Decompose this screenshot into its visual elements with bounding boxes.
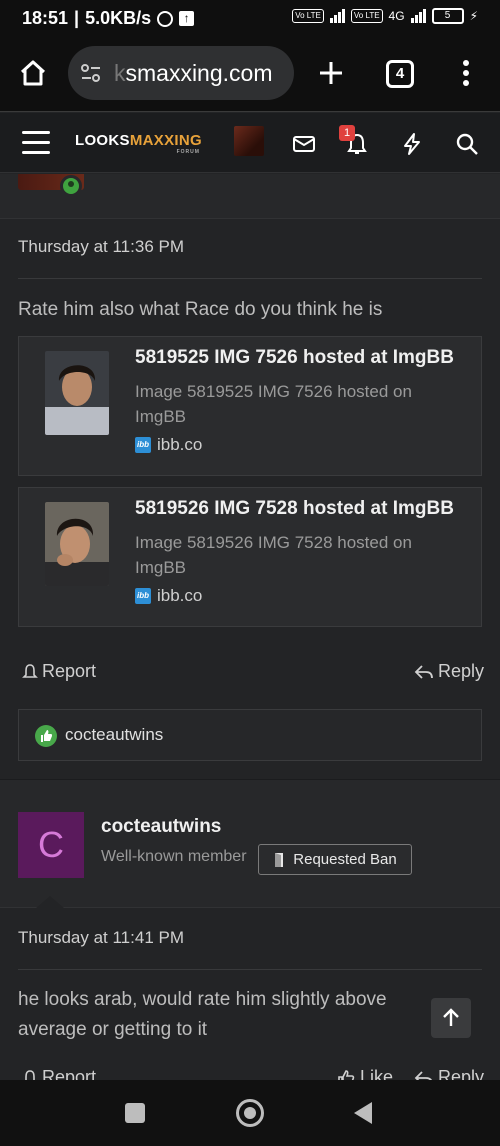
ibb-favicon-icon: ibb [135,588,151,604]
charging-icon: ⚡ [469,9,478,23]
network-type: 4G [388,9,405,23]
post2-date[interactable]: Thursday at 11:41 PM [18,928,184,948]
site-header: LOOKSMAXXING FORUM 1 [0,113,500,173]
post2-divider [18,969,482,970]
bell-outline-icon [25,1069,35,1080]
embed-title-1[interactable]: 5819525 IMG 7526 hosted at ImgBB [135,347,465,369]
ibb-favicon-icon: ibb [135,437,151,453]
status-left: 18:51 | 5.0KB/s ↑ [22,8,195,29]
reply-icon [414,664,433,679]
requested-ban-badge: Requested Ban [258,844,412,875]
reply-icon [414,1070,433,1080]
url-text[interactable]: ksmaxxing.com [114,60,290,87]
post1-reply-button[interactable]: Reply [414,661,484,682]
hamburger-menu-icon[interactable] [22,131,50,155]
embed-title-2[interactable]: 5819526 IMG 7528 hosted at ImgBB [135,498,465,520]
embed-source-2[interactable]: ibb ibb.co [135,586,202,606]
arrow-up-icon [443,1008,459,1026]
scroll-to-top-button[interactable] [431,998,471,1038]
embed-description-1: Image 5819525 IMG 7526 hosted on ImgBB [135,382,412,426]
embed-thumbnail-1[interactable] [45,351,109,435]
status-time: 18:51 [22,8,69,28]
home-icon[interactable] [18,58,48,88]
lightning-icon[interactable] [399,131,425,157]
post2-reply-button[interactable]: Reply [414,1067,484,1080]
recent-apps-button[interactable] [125,1103,145,1123]
embed-source-1[interactable]: ibb ibb.co [135,435,202,455]
reactions-bar[interactable]: cocteautwins [18,709,482,761]
thumbs-up-icon [35,725,57,747]
post2-username[interactable]: cocteautwins [101,816,221,838]
alarm-icon [157,10,174,27]
link-embed-2[interactable]: 5819526 IMG 7528 hosted at ImgBB Image 5… [18,487,482,627]
battery-icon: 5 [431,8,464,24]
search-icon[interactable] [454,131,480,157]
post1-report-button[interactable]: Report [22,661,96,682]
volte-icon: Vo LTE [292,9,324,23]
upload-icon: ↑ [179,11,195,26]
user-avatar[interactable] [234,126,264,156]
more-menu-icon[interactable] [456,58,476,88]
browser-toolbar: ksmaxxing.com 4 [0,36,500,112]
status-bar: 18:51 | 5.0KB/s ↑ Vo LTE Vo LTE 4G 5 ⚡ [0,0,500,36]
post2-user-block: C cocteautwins Well-known member Request… [0,780,500,908]
notification-badge: 1 [339,125,355,141]
new-tab-icon[interactable] [316,58,346,88]
post2-report-button[interactable]: Report [22,1067,96,1080]
post2-like-button[interactable]: Like [336,1067,393,1080]
site-logo[interactable]: LOOKSMAXXING FORUM [75,132,202,155]
post2-caret [36,896,64,908]
address-bar[interactable]: ksmaxxing.com [68,46,294,100]
volte-icon-2: Vo LTE [350,9,383,23]
thread-content: Thursday at 11:36 PM Rate him also what … [0,174,500,1080]
home-nav-button[interactable] [236,1099,264,1127]
embed-description-2: Image 5819526 IMG 7528 hosted on ImgBB [135,533,412,577]
online-status-icon [60,175,82,197]
bell-outline-icon [22,663,38,678]
embed-thumbnail-2[interactable] [45,502,109,586]
post2-avatar[interactable]: C [18,812,84,878]
thumbs-up-outline-icon [338,1069,355,1080]
post2-body: he looks arab, would rate him slightly a… [18,989,387,1040]
site-settings-icon[interactable] [80,62,102,84]
link-embed-1[interactable]: 5819525 IMG 7526 hosted at ImgBB Image 5… [18,336,482,476]
post1-date[interactable]: Thursday at 11:36 PM [18,237,184,257]
url-domain: smaxxing.com [125,60,273,86]
post2-user-title: Well-known member [101,848,247,865]
post1-divider [18,278,482,279]
reaction-username[interactable]: cocteautwins [65,725,163,745]
signal-icon [329,9,345,23]
post1-user-strip [0,174,500,219]
status-right: Vo LTE Vo LTE 4G 5 ⚡ [292,8,478,24]
tab-switcher-button[interactable]: 4 [386,60,414,88]
post1-body: Rate him also what Race do you think he … [18,299,383,320]
door-exit-icon [275,852,284,867]
back-button[interactable] [354,1102,372,1124]
mail-icon[interactable] [291,131,317,157]
status-speed: 5.0KB/s [85,8,152,28]
signal-icon-2 [410,9,426,23]
android-nav-bar [0,1080,500,1146]
url-faded-prefix: k [114,60,126,86]
